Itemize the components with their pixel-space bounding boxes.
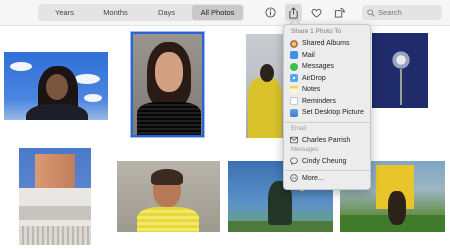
rotate-button[interactable]	[331, 4, 348, 21]
envelope-icon	[290, 136, 298, 144]
share-menu-title: Share 1 Photo To	[291, 28, 342, 35]
notes-icon	[290, 85, 298, 94]
photo-thumbnail[interactable]	[19, 148, 91, 245]
share-mail[interactable]: Mail	[284, 50, 370, 62]
share-more-button[interactable]: More...	[284, 173, 370, 184]
photo-thumbnail[interactable]	[117, 161, 220, 232]
info-icon	[265, 7, 276, 18]
toolbar: Years Months Days All Photos	[0, 0, 450, 26]
share-set-desktop-picture[interactable]: Set Desktop Picture	[284, 107, 370, 119]
email-contact-item[interactable]: Charles Parrish	[284, 135, 370, 146]
reminders-icon	[290, 97, 298, 106]
share-notes[interactable]: Notes	[284, 84, 370, 96]
message-bubble-icon	[290, 157, 298, 165]
menu-divider	[284, 169, 370, 171]
segment-months[interactable]: Months	[90, 5, 141, 20]
search-field[interactable]	[362, 5, 442, 20]
share-airdrop[interactable]: AirDrop	[284, 73, 370, 85]
photo-thumbnail[interactable]	[372, 33, 428, 108]
info-button[interactable]	[262, 4, 279, 21]
shared-albums-icon	[290, 39, 298, 48]
search-input[interactable]	[378, 8, 438, 17]
share-reminders[interactable]: Reminders	[284, 96, 370, 108]
share-messages[interactable]: Messages	[284, 61, 370, 73]
desktop-picture-icon	[290, 108, 298, 117]
heart-icon	[311, 8, 322, 18]
view-segmented-control: Years Months Days All Photos	[38, 4, 244, 21]
email-section-label: Email	[291, 125, 307, 132]
messages-icon	[290, 62, 298, 71]
segment-all-photos[interactable]: All Photos	[192, 5, 243, 20]
photo-thumbnail-selected[interactable]	[130, 31, 205, 138]
share-menu: Share 1 Photo To Shared Albums Mail Mess…	[283, 24, 371, 190]
messages-section-label: Messages	[291, 146, 319, 153]
segment-days[interactable]: Days	[141, 5, 192, 20]
segment-years[interactable]: Years	[39, 5, 90, 20]
share-icon	[289, 6, 298, 18]
search-icon	[367, 8, 375, 17]
messages-contact-item[interactable]: Cindy Cheung	[284, 156, 370, 167]
favorite-button[interactable]	[308, 4, 325, 21]
photo-thumbnail[interactable]	[246, 34, 284, 138]
share-shared-albums[interactable]: Shared Albums	[284, 38, 370, 50]
photo-thumbnail[interactable]	[4, 52, 108, 120]
menu-divider	[284, 121, 370, 123]
mail-icon	[290, 51, 298, 60]
airdrop-icon	[290, 74, 298, 83]
rotate-icon	[334, 7, 345, 18]
more-icon	[290, 174, 298, 182]
